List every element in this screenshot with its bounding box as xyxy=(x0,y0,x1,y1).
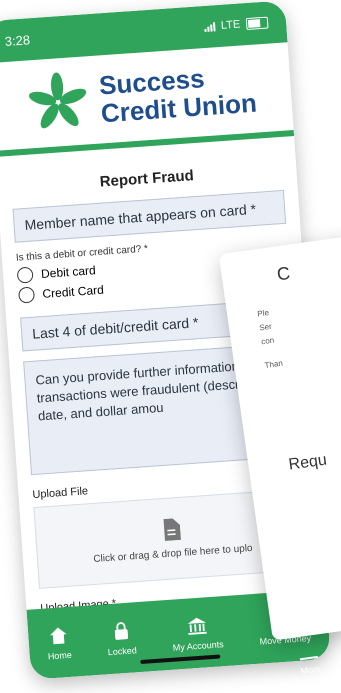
radio-circle-icon[interactable] xyxy=(18,286,36,304)
tab-home-label: Home xyxy=(47,649,73,662)
network-label: LTE xyxy=(220,18,241,32)
tab-my-accounts[interactable]: My Accounts xyxy=(171,613,225,653)
bank-icon xyxy=(187,617,207,635)
member-name-field[interactable]: Member name that appears on card * xyxy=(12,189,287,243)
tab-home[interactable]: Home xyxy=(46,624,73,662)
lock-icon xyxy=(114,622,128,640)
overlay-line-4: Than xyxy=(264,358,284,371)
overlay-heading: C xyxy=(275,262,292,285)
brand-name: Success Credit Union xyxy=(98,61,258,128)
page-title: Report Fraud xyxy=(99,167,195,191)
radio-debit-label: Debit card xyxy=(40,263,97,281)
home-icon xyxy=(50,627,67,645)
status-time: 3:28 xyxy=(4,31,31,49)
tab-more-label: More xyxy=(300,663,323,677)
radio-circle-icon[interactable] xyxy=(16,266,34,284)
document-icon xyxy=(163,517,181,541)
upload-file-hint: Click or drag & drop file here to uplo xyxy=(92,542,253,565)
overlay-line-2: Ser xyxy=(258,321,273,333)
overlay-line-3: con xyxy=(260,335,275,347)
tab-locked[interactable]: Locked xyxy=(106,619,137,657)
screen: 3:28 LTE Success Credit Union Report Fra… xyxy=(0,0,341,693)
overlay-request-text: Requ xyxy=(287,451,328,474)
tab-my-accounts-label: My Accounts xyxy=(172,639,225,653)
tab-locked-label: Locked xyxy=(107,645,138,658)
status-right: LTE xyxy=(204,16,269,33)
tab-more[interactable]: More xyxy=(299,655,323,677)
overlay-line-1: Ple xyxy=(256,308,270,319)
signal-icon xyxy=(204,21,216,32)
battery-icon xyxy=(245,16,269,31)
radio-credit-label: Credit Card xyxy=(42,282,105,301)
logo-icon xyxy=(28,72,87,129)
